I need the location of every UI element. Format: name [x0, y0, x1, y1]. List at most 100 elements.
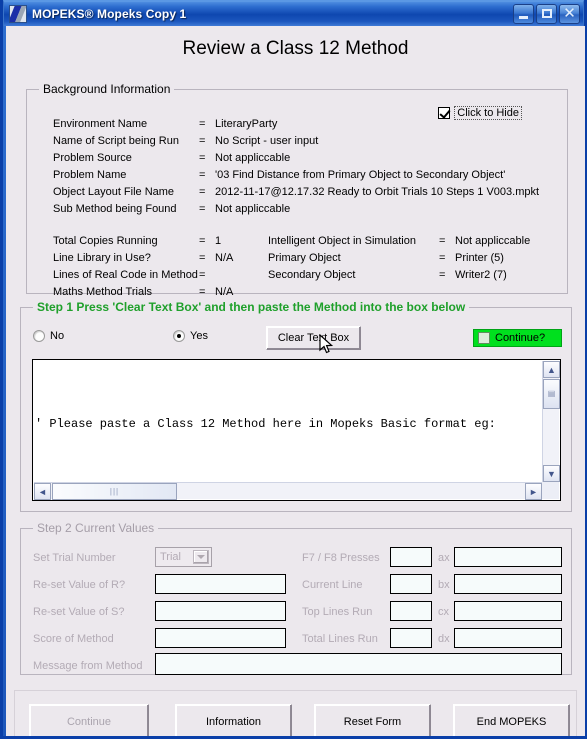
footer-end-mopeks-button[interactable]: End MOPEKS [453, 704, 570, 736]
f7-f8-presses-input[interactable] [390, 547, 432, 567]
message-from-method-input[interactable] [155, 653, 562, 675]
continue-checkbox-icon [478, 332, 490, 344]
scroll-up-icon[interactable]: ▲ [543, 361, 560, 378]
continue-toggle-label: Continue? [495, 332, 546, 344]
step1-group: Step 1 Press 'Clear Text Box' and then p… [20, 300, 572, 512]
row-equals: = [439, 269, 446, 281]
dx-label: dx [438, 633, 450, 645]
row-value: N/A [215, 252, 234, 264]
row-label: Sub Method being Found [53, 203, 177, 215]
window-controls: ✕ [513, 4, 580, 24]
row-equals: = [439, 252, 446, 264]
step1-legend: Step 1 Press 'Clear Text Box' and then p… [33, 300, 470, 314]
total-lines-run-label: Total Lines Run [302, 633, 378, 645]
close-button[interactable]: ✕ [559, 4, 580, 24]
cx-label: cx [438, 606, 449, 618]
row-label: Problem Name [53, 169, 127, 181]
f7-f8-presses-label: F7 / F8 Presses [302, 552, 380, 564]
radio-no[interactable]: No [33, 330, 64, 342]
dx-input[interactable] [454, 628, 562, 648]
footer-bar: Continue Information Reset Form End MOPE… [14, 690, 577, 736]
row-value: 1 [215, 235, 222, 247]
horizontal-scroll-thumb[interactable]: ||| [52, 483, 177, 500]
row-equals: = [199, 118, 206, 130]
row-equals: = [439, 235, 446, 247]
app-logo-icon [9, 5, 27, 23]
radio-yes[interactable]: Yes [173, 330, 208, 342]
row-equals: = [199, 286, 206, 298]
title-bar: MOPEKS® Mopeks Copy 1 ✕ [3, 0, 584, 26]
window-title: MOPEKS® Mopeks Copy 1 [32, 7, 187, 21]
row-label: Environment Name [53, 118, 148, 130]
radio-no-label: No [50, 330, 65, 342]
row-value: 2012-11-17@12.17.32 Ready to Orbit Trial… [215, 186, 540, 198]
footer-continue-button[interactable]: Continue [29, 704, 149, 736]
scroll-left-icon[interactable]: ◄ [34, 483, 51, 500]
row-label: Problem Source [53, 152, 132, 164]
vertical-scroll-thumb[interactable]: ▤ [543, 379, 560, 409]
window-frame: MOPEKS® Mopeks Copy 1 ✕ Review a Class 1… [0, 0, 587, 739]
cx-input[interactable] [454, 601, 562, 621]
row-value: Not appliccable [215, 152, 291, 164]
maximize-button[interactable] [536, 4, 557, 24]
chevron-down-icon[interactable] [193, 550, 209, 564]
row-value: N/A [215, 286, 234, 298]
bx-label: bx [438, 579, 450, 591]
horizontal-scrollbar[interactable]: ◄ ||| ► [34, 482, 542, 500]
minimize-button[interactable] [513, 4, 534, 24]
row-label: Name of Script being Run [53, 135, 179, 147]
trial-number-value: Trial [160, 551, 181, 563]
method-code-textarea[interactable]: ' Please paste a Class 12 Method here in… [32, 359, 561, 501]
row-label: Total Copies Running [53, 235, 158, 247]
step2-group: Step 2 Current Values Set Trial Number T… [20, 521, 572, 675]
scrollbar-corner [542, 482, 559, 499]
reset-value-r-label: Re-set Value of R? [33, 579, 126, 591]
minimize-icon [519, 16, 528, 19]
score-of-method-input[interactable] [155, 628, 286, 648]
client-area: Review a Class 12 Method Background Info… [6, 26, 585, 736]
close-icon: ✕ [563, 5, 576, 22]
row-value: No Script - user input [215, 135, 319, 147]
current-line-label: Current Line [302, 579, 363, 591]
current-line-input[interactable] [390, 574, 432, 594]
reset-value-r-input[interactable] [155, 574, 286, 594]
set-trial-number-label: Set Trial Number [33, 552, 116, 564]
top-lines-run-input[interactable] [390, 601, 432, 621]
row-equals: = [199, 269, 206, 281]
row-label: Maths Method Trials [53, 286, 153, 298]
total-lines-run-input[interactable] [390, 628, 432, 648]
radio-yes-icon [173, 330, 185, 342]
background-information-group: Background Information Click to Hide Env… [26, 82, 568, 298]
row-value: Printer (5) [455, 252, 504, 264]
footer-reset-form-button[interactable]: Reset Form [314, 704, 431, 736]
scroll-grip-icon: ▤ [547, 389, 556, 398]
radio-no-icon [33, 330, 45, 342]
reset-value-s-input[interactable] [155, 601, 286, 621]
scroll-down-icon[interactable]: ▼ [543, 465, 560, 482]
page-title: Review a Class 12 Method [182, 38, 409, 59]
row-label: Line Library in Use? [53, 252, 151, 264]
row-value: '03 Find Distance from Primary Object to… [215, 169, 506, 181]
ax-label: ax [438, 552, 450, 564]
trial-number-combo[interactable]: Trial [155, 547, 212, 567]
clear-text-box-button[interactable]: Clear Text Box [266, 326, 361, 350]
row-value: Writer2 (7) [455, 269, 507, 281]
row-equals: = [199, 186, 206, 198]
row-value: Not appliccable [215, 203, 291, 215]
bx-input[interactable] [454, 574, 562, 594]
row-equals: = [199, 235, 206, 247]
score-of-method-label: Score of Method [33, 633, 114, 645]
scroll-right-icon[interactable]: ► [525, 483, 542, 500]
row-equals: = [199, 252, 206, 264]
reset-value-s-label: Re-set Value of S? [33, 606, 125, 618]
row-equals: = [199, 169, 206, 181]
row-label: Lines of Real Code in Method [53, 269, 198, 281]
vertical-scrollbar[interactable]: ▲ ▤ ▼ [542, 361, 560, 482]
continue-toggle[interactable]: Continue? [473, 329, 562, 347]
footer-information-button[interactable]: Information [175, 704, 292, 736]
message-from-method-label: Message from Method [33, 660, 143, 672]
ax-input[interactable] [454, 547, 562, 567]
application-window: MOPEKS® Mopeks Copy 1 ✕ Review a Class 1… [0, 0, 587, 739]
scroll-grip-icon: ||| [109, 487, 120, 496]
method-code-content: ' Please paste a Class 12 Method here in… [35, 362, 541, 481]
